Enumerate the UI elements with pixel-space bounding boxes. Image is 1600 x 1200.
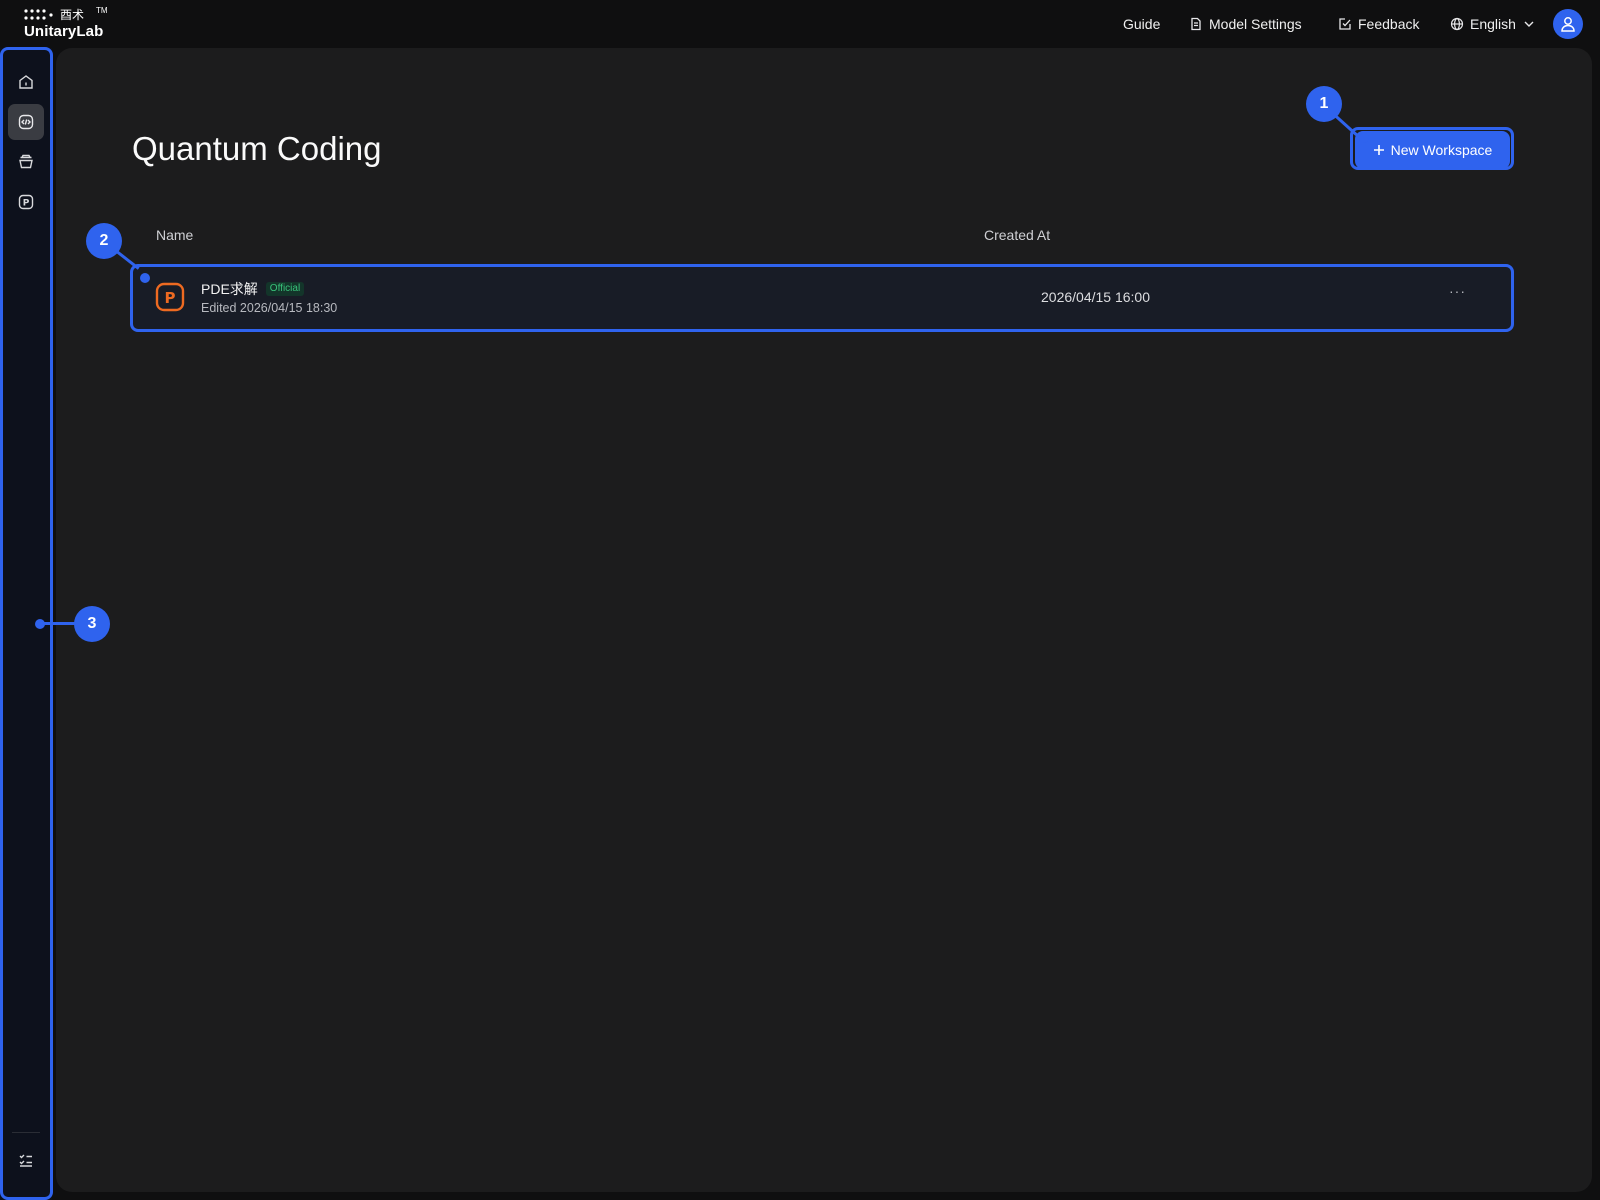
task-list-icon [19,1154,32,1167]
logo-tm: TM [96,6,108,15]
user-icon [1561,17,1575,32]
user-avatar[interactable] [1553,9,1583,39]
sidebar-item-quantum-coding[interactable] [8,104,44,140]
nav-feedback-label: Feedback [1358,16,1420,32]
logo-dots-icon [24,9,53,20]
logo[interactable]: 酉术 TM UnitaryLab [22,6,132,42]
p-badge-icon: P [18,194,34,210]
sidebar-item-layers[interactable] [8,144,44,180]
nav-guide[interactable]: Guide [1123,16,1160,32]
home-icon [19,75,33,89]
annotation-badge-1: 1 [1306,86,1342,122]
svg-text:P: P [165,289,176,307]
sidebar-item-p[interactable]: P [8,184,44,220]
edit-check-icon [1339,18,1351,30]
row-created-at: 2026/04/15 16:00 [1041,289,1150,305]
column-header-name: Name [156,227,194,243]
table-row[interactable]: P PDE求解 Official Edited 2026/04/15 18:30… [133,265,1516,329]
sidebar-item-tasks[interactable] [8,1142,44,1178]
svg-text:P: P [23,199,30,209]
annotation-line-3 [40,622,76,625]
top-bar: 酉术 TM UnitaryLab Guide Model Settings Fe… [0,0,1600,48]
page-title: Quantum Coding [132,130,382,167]
official-badge: Official [265,282,305,296]
chevron-down-icon [1524,21,1534,27]
main-panel: Quantum Coding New Workspace Name Create… [56,48,1592,1192]
sidebar-divider [12,1132,40,1133]
plus-icon [1373,145,1384,155]
nav-guide-label: Guide [1123,16,1161,32]
new-workspace-button[interactable]: New Workspace [1355,131,1510,169]
annotation-badge-2: 2 [86,223,122,259]
layers-icon [19,154,33,169]
logo-cn-text: 酉术 [60,8,85,22]
nav-model-settings[interactable]: Model Settings [1189,16,1302,32]
language-select[interactable]: English [1450,16,1536,32]
document-icon [1191,17,1201,31]
annotation-badge-3: 3 [74,606,110,642]
row-name-text: PDE求解 [201,281,258,297]
row-name: PDE求解 Official [201,279,305,299]
code-icon [18,114,34,130]
annotation-dot-3 [35,619,45,629]
row-more-button[interactable]: ··· [1449,283,1466,299]
nav-model-settings-label: Model Settings [1209,16,1302,32]
language-label: English [1470,16,1516,32]
annotation-dot-2 [140,273,150,283]
row-edited: Edited 2026/04/15 18:30 [201,301,338,315]
logo-name: UnitaryLab [24,23,104,40]
nav-feedback[interactable]: Feedback [1338,16,1419,32]
annotation-dot-1 [1359,133,1369,143]
globe-icon [1450,17,1464,31]
sidebar-item-home[interactable] [8,64,44,100]
p-badge-icon: P [155,282,185,312]
new-workspace-label: New Workspace [1390,142,1493,158]
column-header-created-at: Created At [984,227,1051,243]
